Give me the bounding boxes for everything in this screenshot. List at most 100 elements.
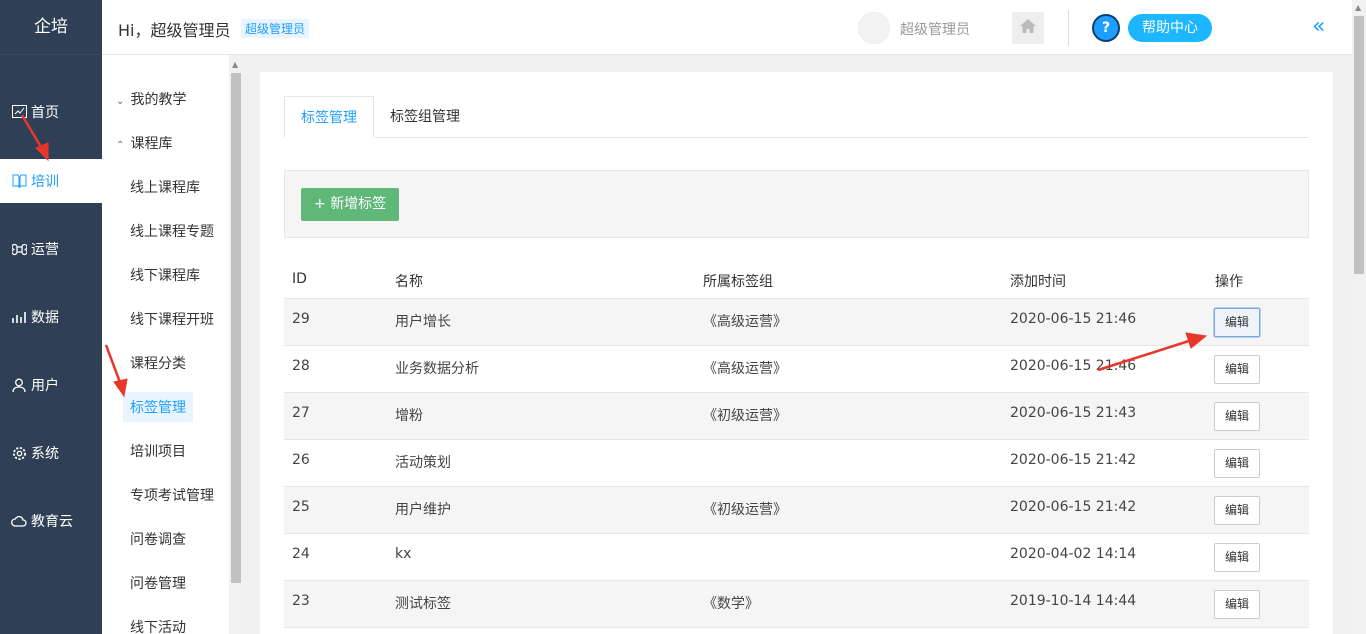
subnav-item[interactable]: 问卷管理 bbox=[130, 573, 186, 593]
subnav-group-course-library[interactable]: ⌃ 课程库 bbox=[116, 133, 172, 153]
bar-chart-icon bbox=[11, 309, 27, 325]
cell-time: 2019-10-14 14:44 bbox=[1010, 593, 1137, 609]
role-badge: 超级管理员 bbox=[241, 19, 310, 38]
subnav-item[interactable]: 问卷调查 bbox=[130, 529, 186, 549]
edit-button[interactable]: 编辑 bbox=[1214, 496, 1260, 525]
collapse-sidebar-button[interactable]: « bbox=[1312, 14, 1325, 39]
nav-operations[interactable]: 运营 bbox=[0, 227, 102, 271]
user-name[interactable]: 超级管理员 bbox=[900, 19, 970, 39]
gear-icon bbox=[11, 445, 27, 461]
tab-tag-management[interactable]: 标签管理 bbox=[284, 96, 374, 138]
cell-name: kx bbox=[395, 546, 412, 562]
tags-table: ID 名称 所属标签组 添加时间 操作 29 用户增长 《高级运营》 2020-… bbox=[284, 257, 1309, 628]
column-header: 操作 bbox=[1215, 274, 1243, 290]
help-center-button[interactable]: ? 帮助中心 bbox=[1092, 12, 1212, 44]
subnav-group-my-teaching[interactable]: ⌄ 我的教学 bbox=[116, 89, 186, 109]
column-header: 名称 bbox=[395, 274, 423, 290]
cell-time: 2020-06-15 21:46 bbox=[1010, 311, 1137, 327]
cell-time: 2020-06-15 21:42 bbox=[1010, 452, 1137, 468]
edit-button[interactable]: 编辑 bbox=[1214, 308, 1260, 337]
subnav-item[interactable]: 线上课程专题 bbox=[130, 221, 214, 241]
sub-sidebar: ⌄ 我的教学 ⌃ 课程库 线上课程库 线上课程专题 线下课程库 线下课程开班 课… bbox=[102, 55, 229, 634]
table-row: 27 增粉 《初级运营》 2020-06-15 21:43 编辑 bbox=[284, 393, 1309, 440]
nav-label: 用户 bbox=[31, 378, 59, 394]
add-tag-button[interactable]: + 新增标签 bbox=[301, 188, 400, 221]
divider bbox=[1068, 10, 1069, 46]
chevron-down-icon: ⌄ bbox=[116, 96, 125, 107]
home-icon bbox=[1019, 18, 1037, 38]
edit-button[interactable]: 编辑 bbox=[1214, 402, 1260, 431]
cell-id: 27 bbox=[292, 405, 310, 421]
greeting: Hi，超级管理员 bbox=[118, 21, 231, 40]
nav-home[interactable]: 首页 bbox=[0, 90, 102, 134]
subnav-item[interactable]: 专项考试管理 bbox=[130, 485, 214, 505]
cell-name: 用户维护 bbox=[395, 502, 451, 518]
subnav-group-label: 我的教学 bbox=[130, 92, 187, 108]
question-icon: ? bbox=[1092, 14, 1120, 42]
subnav-item-active[interactable]: 标签管理 bbox=[123, 392, 193, 422]
subnav-item[interactable]: 课程分类 bbox=[130, 353, 186, 373]
nav-edu-cloud[interactable]: 教育云 bbox=[0, 499, 102, 543]
tab-tag-group-management[interactable]: 标签组管理 bbox=[374, 96, 476, 138]
cell-name: 测试标签 bbox=[395, 596, 451, 612]
subnav-group-label: 课程库 bbox=[130, 136, 173, 152]
table-row: 23 测试标签 《数学》 2019-10-14 14:44 编辑 bbox=[284, 581, 1309, 628]
subnav-item[interactable]: 培训项目 bbox=[130, 441, 186, 461]
nav-data[interactable]: 数据 bbox=[0, 295, 102, 339]
subnav-item[interactable]: 线下课程库 bbox=[130, 265, 200, 285]
cell-id: 24 bbox=[292, 546, 310, 562]
tab-bar: 标签管理 标签组管理 bbox=[284, 96, 1309, 138]
main-sidebar: 企培 首页 培训 运营 数据 用户 系统 教育云 bbox=[0, 0, 102, 634]
help-center-label: 帮助中心 bbox=[1128, 14, 1212, 42]
nav-users[interactable]: 用户 bbox=[0, 363, 102, 407]
cell-group: 《初级运营》 bbox=[703, 408, 787, 424]
user-icon bbox=[11, 377, 27, 393]
toolbar: + 新增标签 bbox=[284, 170, 1309, 238]
sub-sidebar-scrollbar[interactable]: ▲ bbox=[229, 55, 243, 634]
cell-group: 《高级运营》 bbox=[703, 314, 787, 330]
subnav-item[interactable]: 线下课程开班 bbox=[130, 309, 214, 329]
subnav-item[interactable]: 线上课程库 bbox=[130, 177, 200, 197]
scroll-up-icon: ▲ bbox=[1355, 3, 1362, 12]
book-icon bbox=[11, 173, 27, 189]
nav-label: 培训 bbox=[31, 174, 59, 190]
cell-time: 2020-06-15 21:46 bbox=[1010, 358, 1137, 374]
scroll-up-icon: ▲ bbox=[232, 60, 239, 69]
main-scrollbar[interactable]: ▲ bbox=[1352, 0, 1366, 634]
top-header: Hi，超级管理员 超级管理员 超级管理员 ? 帮助中心 « bbox=[102, 0, 1352, 55]
edit-button[interactable]: 编辑 bbox=[1214, 449, 1260, 478]
table-row: 29 用户增长 《高级运营》 2020-06-15 21:46 编辑 bbox=[284, 299, 1309, 346]
cell-name: 活动策划 bbox=[395, 455, 451, 471]
chart-icon bbox=[11, 104, 27, 120]
nav-training[interactable]: 培训 bbox=[0, 159, 102, 203]
table-row: 26 活动策划 2020-06-15 21:42 编辑 bbox=[284, 440, 1309, 487]
column-header: 添加时间 bbox=[1010, 274, 1066, 290]
main-content: 标签管理 标签组管理 + 新增标签 ID 名称 所属标签组 添加时间 操作 29… bbox=[260, 72, 1333, 634]
cell-group: 《高级运营》 bbox=[703, 361, 787, 377]
subnav-item[interactable]: 线下活动 bbox=[130, 617, 186, 634]
command-icon bbox=[11, 241, 27, 257]
scrollbar-thumb[interactable] bbox=[231, 73, 241, 583]
cell-time: 2020-06-15 21:43 bbox=[1010, 405, 1137, 421]
cell-name: 用户增长 bbox=[395, 314, 451, 330]
cell-group: 《数学》 bbox=[703, 596, 759, 612]
scrollbar-thumb[interactable] bbox=[1354, 16, 1364, 274]
add-tag-label: 新增标签 bbox=[330, 196, 387, 212]
cell-id: 26 bbox=[292, 452, 310, 468]
nav-label: 首页 bbox=[31, 105, 59, 121]
edit-button[interactable]: 编辑 bbox=[1214, 543, 1260, 572]
edit-button[interactable]: 编辑 bbox=[1214, 590, 1260, 619]
brand-logo: 企培 bbox=[0, 0, 102, 55]
cell-id: 23 bbox=[292, 593, 310, 609]
cell-time: 2020-06-15 21:42 bbox=[1010, 499, 1137, 515]
cell-time: 2020-04-02 14:14 bbox=[1010, 546, 1137, 562]
nav-label: 教育云 bbox=[31, 514, 73, 530]
cell-id: 29 bbox=[292, 311, 310, 327]
cell-name: 业务数据分析 bbox=[395, 361, 479, 377]
edit-button[interactable]: 编辑 bbox=[1214, 355, 1260, 384]
home-button[interactable] bbox=[1012, 12, 1044, 44]
column-header: ID bbox=[292, 271, 307, 287]
chevron-up-icon: ⌃ bbox=[116, 140, 125, 151]
nav-system[interactable]: 系统 bbox=[0, 431, 102, 475]
avatar[interactable] bbox=[858, 12, 890, 44]
